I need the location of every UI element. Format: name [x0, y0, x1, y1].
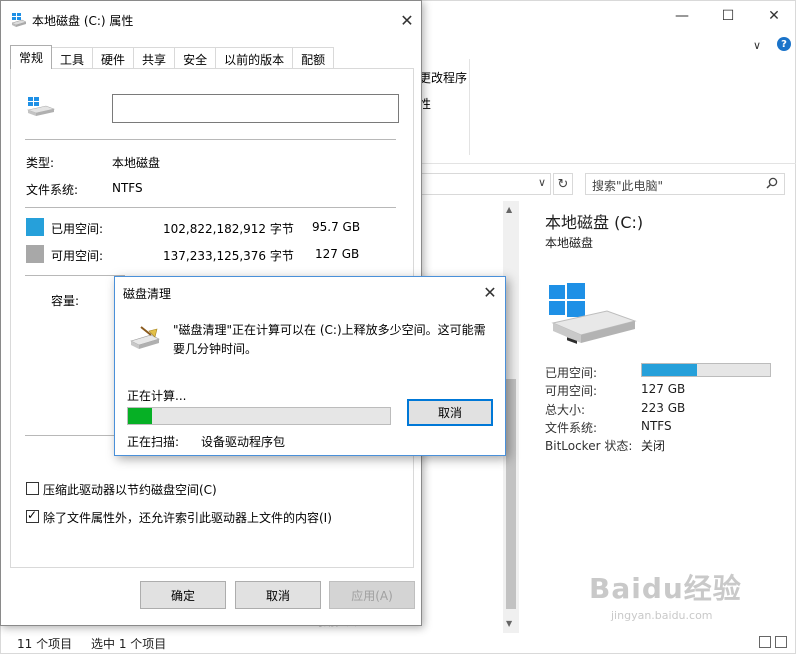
scanning-item: 设备驱动程序包 — [201, 435, 286, 449]
properties-titlebar[interactable]: 本地磁盘 (C:) 属性 ✕ — [1, 1, 421, 39]
compress-checkbox[interactable] — [26, 482, 39, 495]
address-bar[interactable] — [421, 173, 551, 195]
watermark-sub: jingyan.baidu.com — [611, 609, 713, 622]
ok-button[interactable]: 确定 — [140, 581, 226, 609]
drive-icon — [549, 283, 637, 344]
details-usage-bar — [641, 363, 771, 377]
properties-title: 本地磁盘 (C:) 属性 — [32, 14, 134, 28]
refresh-button[interactable]: ↻ — [553, 173, 573, 195]
free-space-bytes: 137,233,125,376 字节 — [163, 249, 294, 263]
cleanup-progress-fill — [128, 408, 152, 424]
details-free-value: 127 GB — [641, 382, 686, 396]
details-total-label: 总大小: — [545, 403, 586, 417]
free-space-swatch — [26, 245, 44, 263]
divider — [25, 435, 125, 436]
minimize-button[interactable]: — — [659, 1, 705, 31]
tab-previous-versions[interactable]: 以前的版本 — [215, 47, 294, 69]
ribbon-divider — [469, 59, 470, 155]
status-item-count: 11 个项目 — [17, 637, 73, 651]
ribbon-border — [419, 163, 796, 164]
ribbon-collapse-icon[interactable]: ∨ — [753, 39, 761, 52]
close-button[interactable]: ✕ — [751, 1, 796, 31]
tab-security[interactable]: 安全 — [174, 47, 217, 69]
watermark-main: Baidu经验 — [589, 572, 742, 605]
cleanup-cancel-button[interactable]: 取消 — [407, 399, 493, 426]
disk-cleanup-dialog: 磁盘清理 ✕ "磁盘清理"正在计算可以在 (C:)上释放多少空间。这可能需要几分… — [114, 276, 506, 456]
tab-general[interactable]: 常规 — [10, 45, 53, 69]
close-icon: ✕ — [400, 10, 414, 30]
details-subtitle: 本地磁盘 — [545, 236, 594, 250]
calculating-label: 正在计算... — [127, 389, 187, 403]
type-label: 类型: — [26, 156, 55, 170]
search-placeholder: 搜索"此电脑" — [592, 179, 664, 193]
cleanup-titlebar[interactable]: 磁盘清理 ✕ — [115, 277, 505, 307]
details-view-icon[interactable] — [759, 636, 771, 648]
divider — [25, 139, 396, 140]
address-dropdown-icon[interactable]: ∨ — [538, 176, 546, 189]
type-value: 本地磁盘 — [112, 156, 161, 170]
cleanup-title: 磁盘清理 — [123, 287, 172, 301]
status-selected-count: 选中 1 个项目 — [91, 637, 167, 651]
used-space-size: 95.7 GB — [312, 220, 361, 234]
free-space-size: 127 GB — [315, 247, 360, 261]
search-icon — [766, 177, 778, 189]
scroll-down-icon[interactable]: ▼ — [506, 619, 512, 628]
tab-strip: 常规 工具 硬件 共享 安全 以前的版本 配额 — [10, 45, 335, 69]
index-label[interactable]: 除了文件属性外，还允许索引此驱动器上文件的内容(I) — [43, 509, 332, 526]
watermark-logo: Baidu经验 jingyan.baidu.com — [589, 567, 742, 622]
view-toggle[interactable] — [759, 636, 787, 648]
divider — [25, 275, 125, 276]
drive-icon — [26, 97, 56, 116]
details-fs-label: 文件系统: — [545, 421, 598, 435]
apply-button[interactable]: 应用(A) — [329, 581, 415, 609]
compress-label[interactable]: 压缩此驱动器以节约磁盘空间(C) — [43, 481, 217, 498]
drive-name-input[interactable] — [112, 94, 399, 123]
fs-label: 文件系统: — [26, 183, 79, 197]
cleanup-progress-bar — [127, 407, 391, 425]
details-free-label: 可用空间: — [545, 384, 598, 398]
cleanup-message: "磁盘清理"正在计算可以在 (C:)上释放多少空间。这可能需要几分钟时间。 — [173, 323, 486, 356]
details-bitlocker-label: BitLocker 状态: — [545, 439, 633, 453]
index-checkbox[interactable] — [26, 508, 39, 523]
divider — [25, 207, 396, 208]
fs-value: NTFS — [112, 181, 143, 195]
cancel-button[interactable]: 取消 — [235, 581, 321, 609]
details-title: 本地磁盘 (C:) — [545, 213, 644, 232]
capacity-label: 容量: — [51, 294, 80, 308]
drive-title-icon — [11, 13, 27, 27]
tab-sharing[interactable]: 共享 — [133, 47, 176, 69]
free-space-label: 可用空间: — [51, 249, 104, 263]
close-icon: ✕ — [483, 282, 497, 302]
properties-close-button[interactable]: ✕ — [396, 9, 418, 31]
cleanup-close-button[interactable]: ✕ — [479, 281, 501, 303]
used-space-label: 已用空间: — [51, 222, 104, 236]
tab-hardware[interactable]: 硬件 — [92, 47, 135, 69]
maximize-button[interactable]: ☐ — [705, 1, 751, 31]
details-usage-fill — [642, 364, 698, 376]
ribbon-item-change-program[interactable]: 更改程序 — [419, 69, 467, 86]
used-space-bytes: 102,822,182,912 字节 — [163, 222, 294, 236]
disk-cleanup-icon — [130, 326, 160, 349]
scroll-thumb[interactable] — [506, 379, 516, 609]
used-space-swatch — [26, 218, 44, 236]
details-total-value: 223 GB — [641, 401, 686, 415]
details-used-label: 已用空间: — [545, 366, 598, 380]
help-icon[interactable]: ? — [777, 37, 791, 51]
scanning-label: 正在扫描: — [127, 435, 180, 449]
large-icons-view-icon[interactable] — [775, 636, 787, 648]
tab-quota[interactable]: 配额 — [292, 47, 335, 69]
details-fs-value: NTFS — [641, 419, 672, 433]
scroll-up-icon[interactable]: ▲ — [506, 205, 512, 214]
tab-tools[interactable]: 工具 — [51, 47, 94, 69]
search-input[interactable]: 搜索"此电脑" — [585, 173, 785, 195]
details-bitlocker-value: 关闭 — [641, 439, 666, 453]
refresh-icon: ↻ — [557, 176, 569, 192]
